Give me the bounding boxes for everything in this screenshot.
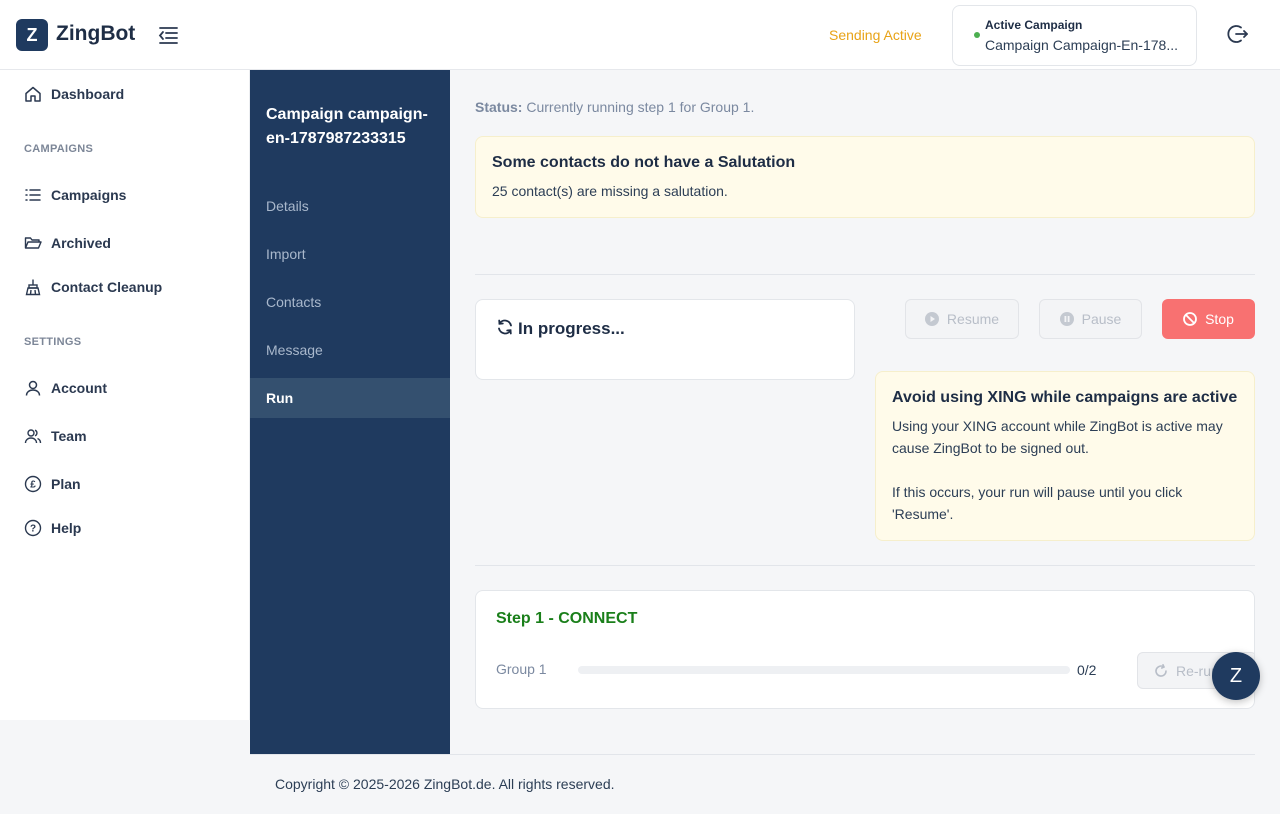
refresh-icon — [498, 319, 512, 335]
active-campaign-label: Active Campaign — [985, 18, 1083, 32]
sidebar-item-plan[interactable]: £ Plan — [24, 473, 81, 495]
resume-label: Resume — [946, 311, 1000, 327]
xing-warning-text-2: If this occurs, your run will pause unti… — [892, 484, 1183, 522]
stop-label: Stop — [1205, 311, 1234, 327]
status-label: Status: — [475, 99, 523, 115]
sidebar-item-label: Contact Cleanup — [51, 279, 163, 295]
footer-divider — [250, 754, 1255, 755]
group-label: Group 1 — [496, 661, 547, 677]
sidebar-item-label: Dashboard — [51, 86, 125, 102]
sidebar-item-label: Team — [51, 428, 87, 444]
group-progress-bar — [578, 666, 1070, 674]
sidebar-item-label: Plan — [51, 476, 81, 492]
sidebar-item-contact-cleanup[interactable]: Contact Cleanup — [24, 276, 162, 298]
resume-button[interactable]: Resume — [905, 299, 1019, 339]
salutation-warning: Some contacts do not have a Salutation 2… — [475, 136, 1255, 218]
group-progress-count: 0/2 — [1077, 662, 1097, 678]
sidebar-item-help[interactable]: ? Help — [24, 517, 81, 539]
sidebar-item-account[interactable]: Account — [24, 377, 107, 399]
pause-icon — [1059, 312, 1074, 326]
step-card: Step 1 - CONNECT Group 1 0/2 Re-run — [475, 590, 1255, 709]
salutation-warning-title: Some contacts do not have a Salutation — [492, 154, 796, 171]
play-icon — [924, 312, 939, 326]
list-icon — [25, 189, 41, 201]
svg-text:?: ? — [30, 524, 36, 535]
divider — [475, 274, 1255, 275]
sidebar-item-label: Campaigns — [51, 187, 127, 203]
stop-button[interactable]: Stop — [1162, 299, 1255, 339]
brand-name[interactable]: ZingBot — [56, 22, 135, 46]
salutation-warning-text: 25 contact(s) are missing a salutation. — [492, 183, 728, 199]
folder-open-icon — [24, 237, 42, 249]
collapse-menu-icon[interactable] — [156, 24, 180, 46]
top-header: Z ZingBot Sending Active Active Campaign… — [0, 0, 1280, 70]
sending-status: Sending Active — [829, 27, 922, 43]
pound-icon: £ — [24, 475, 42, 493]
pause-label: Pause — [1081, 311, 1122, 327]
xing-warning-text-1: Using your XING account while ZingBot is… — [892, 418, 1223, 456]
home-icon — [25, 86, 41, 102]
sidebar-item-campaigns[interactable]: Campaigns — [24, 184, 126, 206]
active-campaign-card[interactable]: Active Campaign Campaign Campaign-En-178… — [952, 5, 1197, 66]
rerun-icon — [1155, 663, 1167, 677]
footer-copyright: Copyright © 2025-2026 ZingBot.de. All ri… — [275, 776, 615, 792]
sidebar-item-label: Help — [51, 520, 82, 536]
section-settings: SETTINGS — [24, 336, 82, 348]
svg-text:£: £ — [30, 480, 36, 491]
tab-message[interactable]: Message — [250, 330, 450, 370]
pause-button[interactable]: Pause — [1039, 299, 1142, 339]
sidebar-item-team[interactable]: Team — [24, 425, 87, 447]
step-title: Step 1 - CONNECT — [496, 610, 638, 627]
tab-contacts[interactable]: Contacts — [250, 282, 450, 322]
run-status: Status: Currently running step 1 for Gro… — [475, 99, 754, 115]
chat-widget-button[interactable]: Z — [1212, 652, 1260, 700]
active-status-dot — [974, 32, 980, 38]
sidebar-item-label: Archived — [51, 235, 111, 251]
xing-warning-title: Avoid using XING while campaigns are act… — [892, 389, 1238, 406]
user-icon — [25, 380, 41, 396]
xing-warning: Avoid using XING while campaigns are act… — [875, 371, 1255, 541]
status-text: Currently running step 1 for Group 1. — [526, 99, 755, 115]
stop-icon — [1183, 312, 1197, 326]
progress-card: In progress... — [475, 299, 855, 380]
campaign-title: Campaign campaign-en-1787987233315 — [266, 106, 428, 147]
section-campaigns: CAMPAIGNS — [24, 143, 94, 155]
team-icon — [24, 429, 42, 444]
logo-mark[interactable]: Z — [16, 19, 48, 51]
tab-run[interactable]: Run — [250, 378, 450, 418]
tab-details[interactable]: Details — [250, 186, 450, 226]
campaign-sidebar: Campaign campaign-en-1787987233315 Detai… — [250, 70, 450, 754]
help-icon: ? — [24, 519, 42, 537]
logout-icon[interactable] — [1226, 22, 1250, 46]
active-campaign-name: Campaign Campaign-En-178... — [985, 37, 1178, 53]
broom-icon — [25, 279, 41, 296]
tab-import[interactable]: Import — [250, 234, 450, 274]
sidebar-item-dashboard[interactable]: Dashboard — [24, 83, 124, 105]
main-sidebar: Dashboard CAMPAIGNS Campaigns Archived C… — [0, 70, 250, 720]
divider — [475, 565, 1255, 566]
sidebar-item-label: Account — [51, 380, 107, 396]
sidebar-item-archived[interactable]: Archived — [24, 232, 111, 254]
progress-title: In progress... — [518, 319, 625, 338]
